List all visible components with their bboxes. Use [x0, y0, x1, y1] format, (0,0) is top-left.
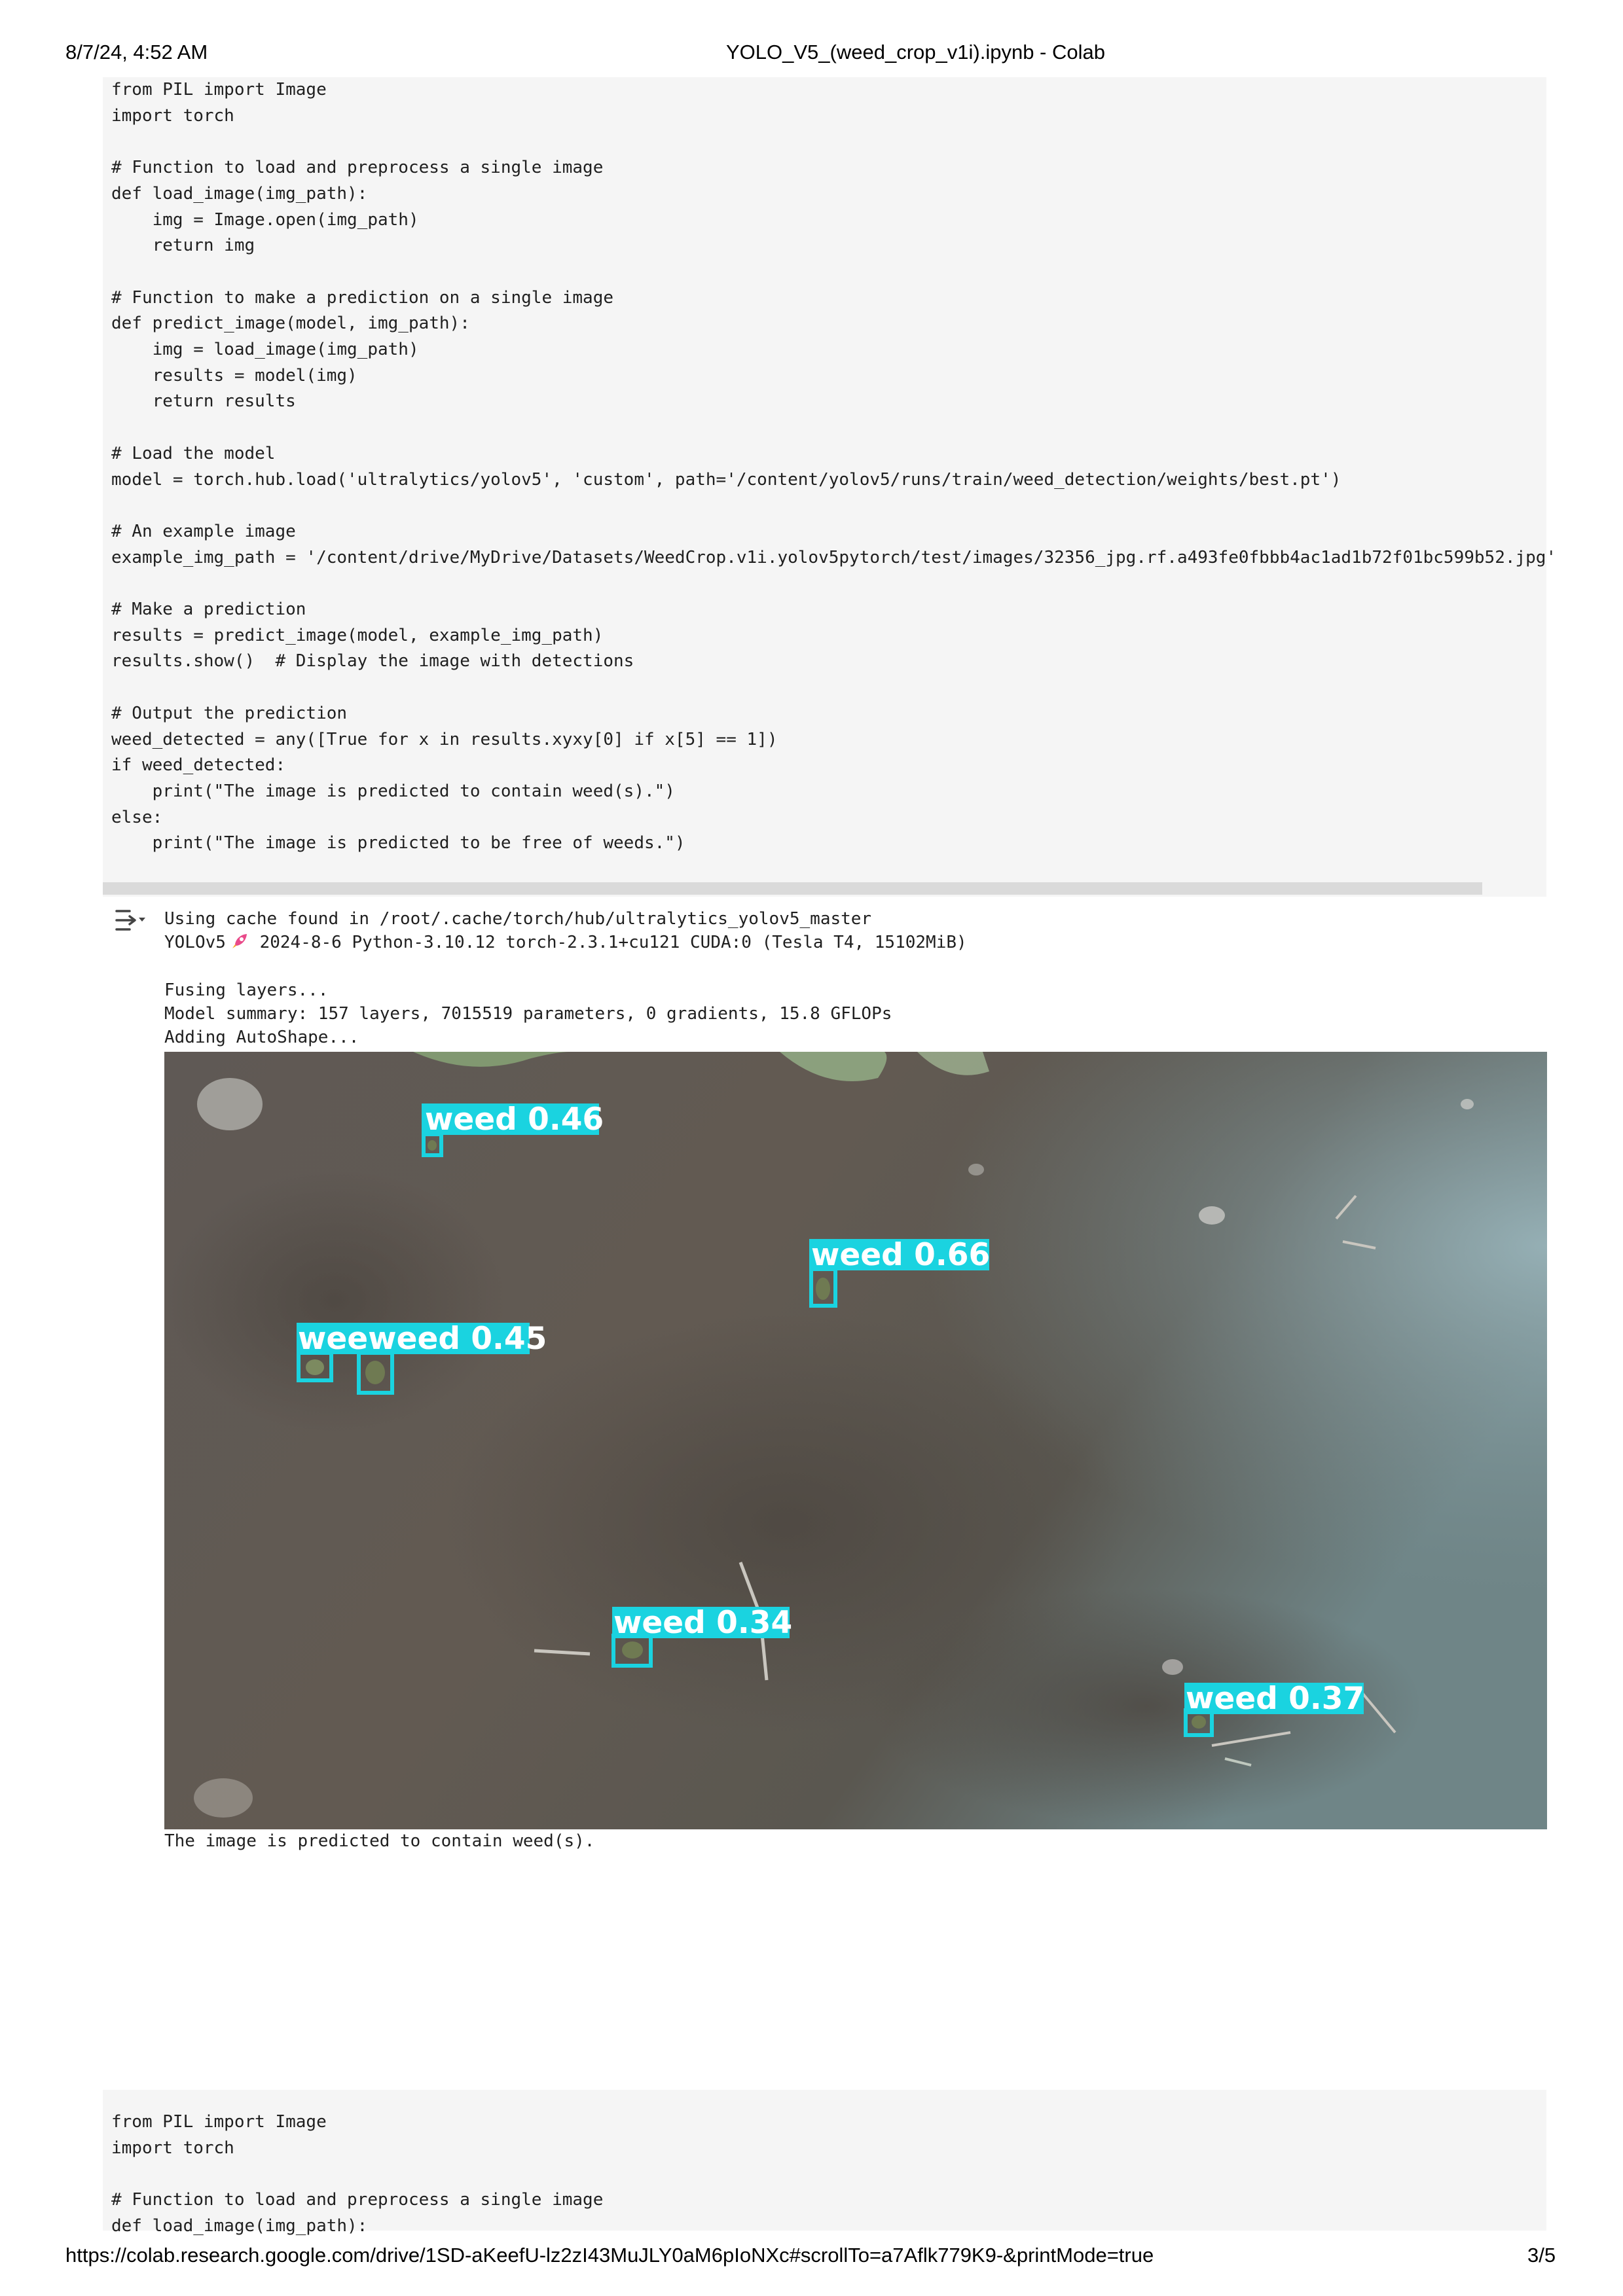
detection-label: weed 0.46: [425, 1102, 604, 1138]
page-number: 3/5: [1527, 2244, 1556, 2267]
output-prefix: YOLOv5: [164, 933, 226, 952]
print-datetime: 8/7/24, 4:52 AM: [65, 41, 208, 63]
rocket-icon: [232, 934, 247, 948]
code-editor[interactable]: from PIL import Image import torch # Fun…: [111, 2109, 603, 2240]
horizontal-scrollbar[interactable]: [103, 882, 1482, 895]
prediction-result-text: The image is predicted to contain weed(s…: [164, 1831, 595, 1851]
page-url: https://colab.research.google.com/drive/…: [65, 2244, 1154, 2267]
detection-label: weed 0.66: [811, 1237, 990, 1273]
code-editor[interactable]: from PIL import Image import torch # Fun…: [111, 77, 1556, 857]
detection-label: weeweed 0.45: [298, 1321, 547, 1357]
output-line: Model summary: 157 layers, 7015519 param…: [164, 1004, 892, 1024]
output-env: 2024-8-6 Python-3.10.12 torch-2.3.1+cu12…: [249, 933, 967, 952]
code-cell[interactable]: from PIL import Image import torch # Fun…: [103, 77, 1556, 897]
output-line: Adding AutoShape...: [164, 1028, 359, 1047]
page-title: YOLO_V5_(weed_crop_v1i).ipynb - Colab: [726, 41, 1105, 63]
output-line: Using cache found in /root/.cache/torch/…: [164, 909, 872, 929]
output-line: Fusing layers...: [164, 980, 329, 1000]
output-toggle-icon[interactable]: [114, 907, 147, 933]
detection-result-image: weed 0.46 weed 0.66 weeweed 0.45 weed 0.…: [164, 1052, 1547, 1829]
code-cell[interactable]: from PIL import Image import torch # Fun…: [103, 2090, 1546, 2236]
output-line-yolo: YOLOv5 2024-8-6 Python-3.10.12 torch-2.3…: [164, 931, 967, 954]
